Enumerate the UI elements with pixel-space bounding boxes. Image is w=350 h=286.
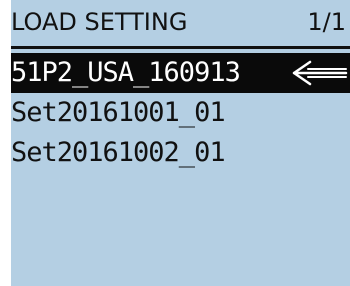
list-item-label: Set20161001_01	[11, 97, 226, 128]
settings-file-list: 51P2_USA_160913 Set20161001_01 Set201610…	[11, 53, 350, 173]
header-divider	[11, 46, 350, 49]
list-item[interactable]: Set20161001_01	[11, 93, 350, 133]
radio-lcd-screen: LOAD SETTING 1/1 51P2_USA_160913 Set2016…	[11, 0, 350, 286]
list-item-selected[interactable]: 51P2_USA_160913	[11, 53, 350, 93]
list-item-label: 51P2_USA_160913	[11, 57, 241, 88]
list-item[interactable]: Set20161002_01	[11, 133, 350, 173]
screen-header: LOAD SETTING 1/1	[11, 0, 350, 51]
left-arrow-icon	[292, 60, 348, 86]
list-item-label: Set20161002_01	[11, 137, 226, 168]
page-indicator: 1/1	[307, 8, 346, 36]
screen-title: LOAD SETTING	[11, 8, 188, 36]
